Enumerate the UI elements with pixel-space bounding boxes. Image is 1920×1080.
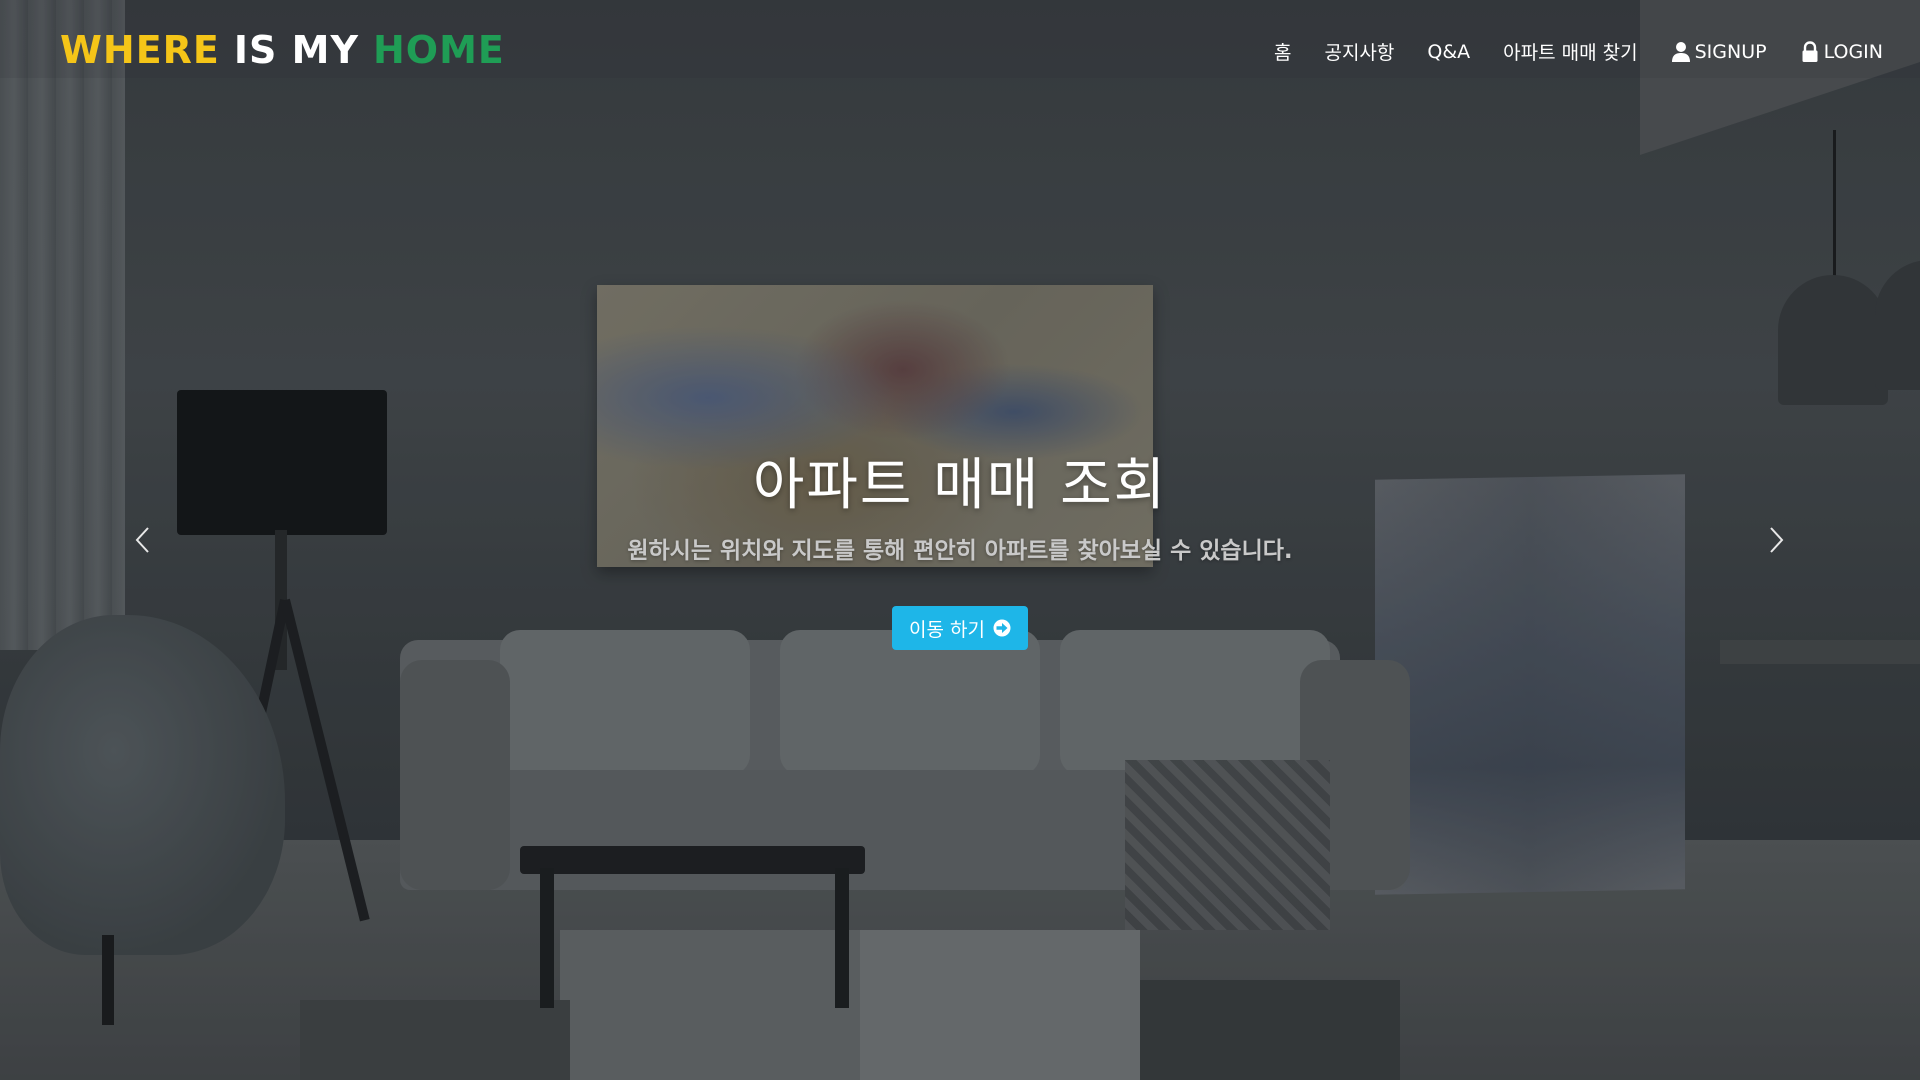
brand-home: HOME [372,28,505,72]
hero-carousel: WHERE IS MY HOME 홈 공지사항 Q&A 아파트 매매 찾기 SI… [0,0,1920,1080]
arrow-circle-right-icon [993,619,1011,637]
go-button-label: 이동 하기 [909,618,985,641]
nav-signup-label: SIGNUP [1694,40,1767,63]
nav-qna-label: Q&A [1427,40,1471,63]
nav-login[interactable]: LOGIN [1800,41,1883,63]
nav-apartment-search[interactable]: 아파트 매매 찾기 [1503,38,1637,65]
go-button[interactable]: 이동 하기 [892,606,1028,650]
brand-is-my: IS MY [233,28,359,72]
brand-where: WHERE [60,28,220,72]
brand-logo[interactable]: WHERE IS MY HOME [60,28,505,72]
hero-subtitle: 원하시는 위치와 지도를 통해 편안히 아파트를 찾아보실 수 있습니다. [627,538,1293,564]
nav-home-label: 홈 [1273,42,1292,64]
user-icon [1671,41,1691,63]
nav-menu: 홈 공지사항 Q&A 아파트 매매 찾기 SIGNUP LOGIN [1274,38,1883,65]
hero-title: 아파트 매매 조회 [752,453,1168,518]
nav-home[interactable]: 홈 [1274,38,1291,65]
lock-icon [1800,40,1820,63]
nav-apartment-search-label: 아파트 매매 찾기 [1503,42,1638,64]
nav-qna[interactable]: Q&A [1427,41,1470,63]
top-navbar: WHERE IS MY HOME 홈 공지사항 Q&A 아파트 매매 찾기 SI… [0,0,1920,78]
nav-notice[interactable]: 공지사항 [1324,38,1394,65]
nav-signup[interactable]: SIGNUP [1671,41,1767,63]
nav-notice-label: 공지사항 [1324,42,1395,64]
nav-login-label: LOGIN [1823,40,1883,63]
